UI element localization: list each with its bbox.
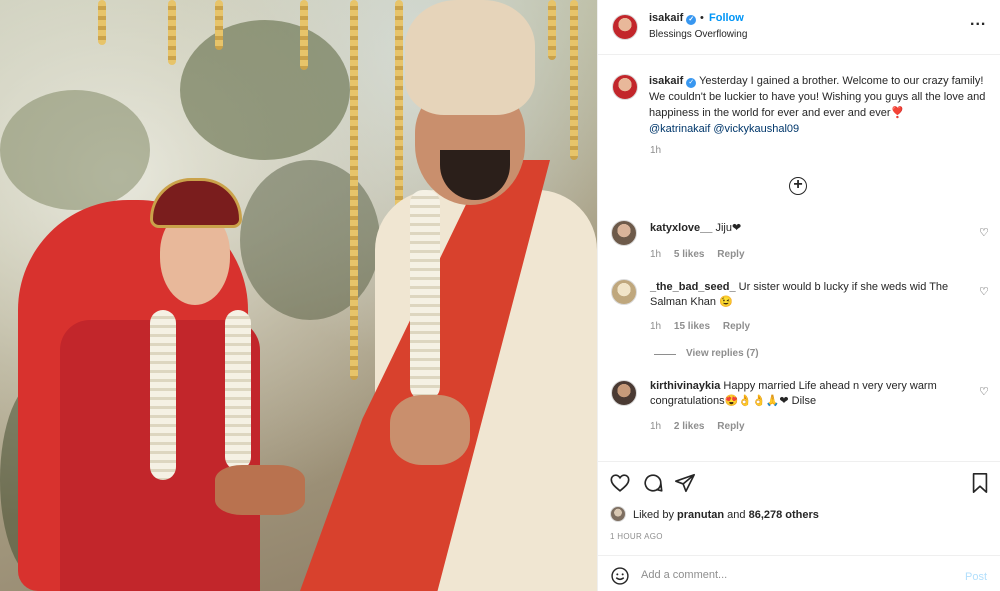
separator-dot: •: [700, 12, 704, 24]
mention-link[interactable]: @vickykaushal09: [713, 123, 799, 135]
post-button[interactable]: Post: [965, 571, 987, 583]
comment-icon[interactable]: [642, 472, 664, 494]
comment-time: 1h: [650, 321, 662, 332]
post-timestamp: 1 HOUR AGO: [610, 532, 663, 541]
marigold-garland: [98, 0, 106, 45]
verified-badge-icon: ✓: [686, 78, 697, 88]
heart-icon[interactable]: ♡: [979, 226, 989, 239]
bride-hand: [215, 465, 305, 515]
bride-garland: [150, 310, 176, 480]
comment-username[interactable]: katyxlove__: [650, 222, 712, 234]
reply-button[interactable]: Reply: [717, 421, 744, 432]
follow-button[interactable]: Follow: [709, 12, 744, 24]
comment-meta: 1h 15 likes Reply: [650, 321, 760, 332]
comment-likes[interactable]: 5 likes: [674, 249, 705, 260]
comment-likes[interactable]: 15 likes: [674, 321, 710, 332]
comment-username[interactable]: _the_bad_seed_: [650, 281, 736, 293]
comment-avatar[interactable]: [611, 220, 637, 246]
post-side-panel: isakaif ✓ • Follow Blessings Overflowing …: [597, 0, 1000, 591]
comment-input[interactable]: [641, 569, 941, 581]
comment-meta: 1h 5 likes Reply: [650, 249, 755, 260]
caption-avatar[interactable]: [612, 74, 638, 100]
likes-count-button[interactable]: 86,278 others: [749, 509, 819, 521]
comment-text: katyxlove__ Jiju❤: [650, 221, 970, 236]
more-options-icon[interactable]: ...: [970, 12, 986, 30]
heart-icon[interactable]: ♡: [979, 285, 989, 298]
post-caption: isakaif ✓ Yesterday I gained a brother. W…: [649, 73, 991, 137]
marigold-garland: [300, 0, 308, 70]
liker-username[interactable]: pranutan: [677, 509, 724, 521]
comment-meta: 1h 2 likes Reply: [650, 421, 755, 432]
likes-summary: Liked by pranutan and 86,278 others: [633, 509, 819, 521]
comment-text: kirthivinaykia Happy married Life ahead …: [650, 379, 970, 409]
comment-username[interactable]: kirthivinaykia: [650, 380, 720, 392]
replies-divider: [654, 354, 676, 355]
heart-icon[interactable]: ♡: [979, 385, 989, 398]
post-modal: isakaif ✓ • Follow Blessings Overflowing …: [0, 0, 1000, 591]
liker-avatar[interactable]: [610, 506, 626, 522]
comment-avatar[interactable]: [611, 380, 637, 406]
view-replies-button[interactable]: View replies (7): [686, 348, 759, 359]
post-header: [598, 0, 1000, 55]
author-username-text[interactable]: isakaif: [649, 12, 683, 24]
photo-foliage: [180, 20, 350, 160]
heart-icon[interactable]: [609, 472, 631, 494]
groom-garland: [410, 190, 440, 400]
comment-avatar[interactable]: [611, 279, 637, 305]
photo-foliage: [0, 90, 150, 210]
post-photo[interactable]: [0, 0, 597, 591]
groom-turban: [405, 0, 535, 115]
plus-circle-icon[interactable]: +: [789, 177, 807, 195]
verified-badge-icon: ✓: [686, 15, 697, 25]
bookmark-icon[interactable]: [970, 472, 990, 494]
comment-time: 1h: [650, 249, 662, 260]
mention-link[interactable]: @katrinakaif: [649, 123, 710, 135]
reply-button[interactable]: Reply: [717, 249, 744, 260]
marigold-garland: [215, 0, 223, 50]
bride-garland: [225, 310, 251, 470]
author-username[interactable]: isakaif ✓: [649, 12, 697, 25]
marigold-garland: [168, 0, 176, 65]
groom-hand: [390, 395, 470, 465]
caption-text: Yesterday I gained a brother. Welcome to…: [649, 75, 986, 119]
photo-foliage: [240, 160, 380, 320]
marigold-garland: [350, 0, 358, 380]
emoji-icon[interactable]: [610, 566, 630, 586]
caption-username[interactable]: isakaif: [649, 75, 683, 87]
likes-and: and: [727, 509, 746, 521]
caption-timestamp: 1h: [650, 145, 662, 156]
comment-time: 1h: [650, 421, 662, 432]
post-location[interactable]: Blessings Overflowing: [649, 29, 747, 40]
marigold-garland: [570, 0, 578, 160]
comment-text: _the_bad_seed_ Ur sister would b lucky i…: [650, 280, 970, 310]
reply-button[interactable]: Reply: [723, 321, 750, 332]
share-icon[interactable]: [674, 472, 696, 494]
comment-body: Jiju❤: [715, 222, 742, 234]
liked-by-label: Liked by: [633, 509, 674, 521]
author-avatar[interactable]: [612, 14, 638, 40]
marigold-garland: [548, 0, 556, 60]
comment-likes[interactable]: 2 likes: [674, 421, 705, 432]
